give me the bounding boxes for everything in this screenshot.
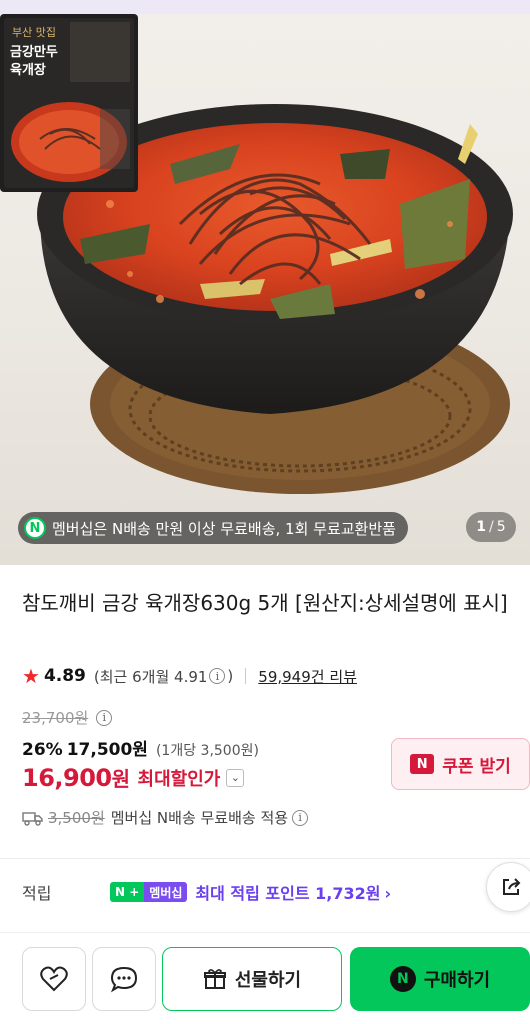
membership-badge: N + 멤버십 [110,882,188,902]
gift-button[interactable]: 선물하기 [162,947,342,1011]
chevron-right-icon: › [384,884,392,903]
review-count-link[interactable]: 59,949건 리뷰 [258,666,357,687]
rating-score: 4.89 [43,666,86,686]
truck-icon [22,811,43,826]
gift-button-label: 선물하기 [234,970,302,991]
coupon-button-label: 쿠폰 받기 [442,756,511,777]
star-icon: ★ [22,664,40,688]
wishlist-button[interactable] [22,947,86,1011]
coupon-button[interactable]: N 쿠폰 받기 [391,738,530,790]
info-icon[interactable]: i [96,709,113,726]
package-label-1: 부산 맛집 [12,26,56,39]
points-text[interactable]: 최대 적립 포인트 1,732원 › [195,880,391,904]
original-price-row: 23,700원 i [22,707,114,728]
points-label: 적립 [22,884,52,903]
original-price: 23,700원 [22,709,89,727]
discount-row: 26% 17,500원 (1개당 3,500원) [22,735,259,760]
status-bar-strip [0,0,530,14]
shipping-fee: 3,500원 [48,809,105,827]
rating-row: ★ 4.89 (최근 6개월 4.91 i ) 59,949건 리뷰 [22,664,357,688]
max-discount-label: 최대할인가 [137,768,221,790]
points-row[interactable]: 적립 N + 멤버십 최대 적립 포인트 1,732원 › [22,880,391,904]
image-counter: 1 / 5 [466,512,516,542]
gift-icon [203,969,226,989]
talk-button[interactable] [92,947,156,1011]
section-divider [0,858,530,859]
naver-n-icon: N [410,754,435,774]
buy-button[interactable]: N 구매하기 [350,947,530,1011]
shipping-row: 3,500원 멤버십 N배송 무료배송 적용 i [22,807,310,828]
info-icon[interactable]: i [209,668,226,684]
heart-icon [40,966,68,992]
bottom-action-bar: 선물하기 N 구매하기 [0,932,530,1024]
unit-price: (1개당 3,500원) [155,743,259,759]
max-discount-unit: 원 [111,767,130,791]
membership-banner: N 멤버십은 N배송 만원 이상 무료배송, 1회 무료교환반품 [18,512,408,544]
max-discount-row[interactable]: 16,900 원 최대할인가 ⌄ [22,763,245,792]
chat-icon [110,966,138,993]
sale-price: 17,500원 [66,740,148,760]
buy-button-label: 구매하기 [423,970,491,991]
info-icon[interactable]: i [292,809,309,826]
share-icon [503,878,521,895]
svg-text:금강만두: 금강만두 [10,44,58,60]
membership-banner-text: 멤버십은 N배송 만원 이상 무료배송, 1회 무료교환반품 [52,519,396,538]
divider [245,668,247,684]
recent-rating-suffix: ) [227,667,234,685]
naver-n-icon: N [24,517,46,539]
naver-pay-icon: N [389,966,416,992]
svg-text:육개장: 육개장 [10,62,46,78]
discount-percent: 26% [22,740,63,760]
max-discount-price: 16,900 [22,763,112,792]
package-image: 부산 맛집 금강만두 육개장 [0,14,138,192]
product-title: 참도깨비 금강 육개장630g 5개 [원산지:상세설명에 표시] [22,591,508,615]
chevron-down-icon[interactable]: ⌄ [226,768,245,787]
shipping-text: 멤버십 N배송 무료배송 적용 [110,809,289,827]
share-button[interactable] [486,862,530,912]
product-image-carousel[interactable]: 부산 맛집 금강만두 육개장 N 멤버십은 N배송 만원 이상 무료배송, 1회… [0,14,530,565]
recent-rating-prefix: (최근 6개월 4.91 [93,667,208,686]
